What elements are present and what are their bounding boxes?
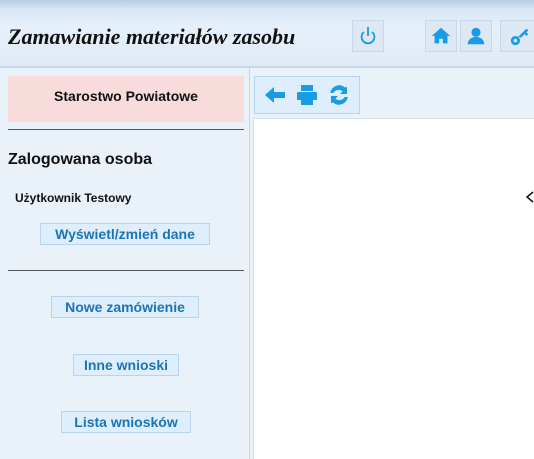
refresh-icon — [330, 85, 348, 105]
content-panel — [253, 118, 534, 459]
page-title: Zamawianie materiałów zasobu — [8, 24, 296, 49]
change-password-button[interactable] — [500, 20, 534, 52]
refresh-button[interactable] — [326, 82, 352, 108]
logged-in-heading: Zalogowana osoba — [8, 151, 153, 168]
header-top-strip — [0, 0, 534, 8]
other-requests-button[interactable]: Inne wnioski — [73, 354, 179, 376]
user-name: Użytkownik Testowy — [15, 191, 132, 205]
pointer-cursor-icon — [526, 191, 534, 203]
print-icon — [297, 85, 317, 105]
toolbar — [254, 76, 360, 114]
user-icon — [467, 27, 485, 45]
new-order-button[interactable]: Nowe zamówienie — [51, 296, 199, 318]
print-button[interactable] — [294, 82, 320, 108]
app-header: Zamawianie materiałów zasobu — [0, 0, 534, 68]
sidebar-divider — [8, 129, 244, 130]
request-list-button[interactable]: Lista wniosków — [61, 411, 191, 433]
main-content — [250, 68, 534, 459]
edit-profile-button[interactable]: Wyświetl/zmień dane — [40, 223, 210, 245]
back-arrow-icon — [265, 87, 285, 103]
power-icon — [360, 26, 376, 45]
key-icon — [510, 28, 529, 46]
sidebar: Starostwo Powiatowe Zalogowana osoba Uży… — [0, 68, 250, 459]
logout-button[interactable] — [352, 20, 384, 52]
home-icon — [431, 27, 451, 44]
sidebar-divider — [8, 270, 244, 271]
back-button[interactable] — [262, 82, 288, 108]
home-button[interactable] — [425, 20, 457, 52]
user-button[interactable] — [460, 20, 492, 52]
organization-name: Starostwo Powiatowe — [8, 76, 244, 122]
